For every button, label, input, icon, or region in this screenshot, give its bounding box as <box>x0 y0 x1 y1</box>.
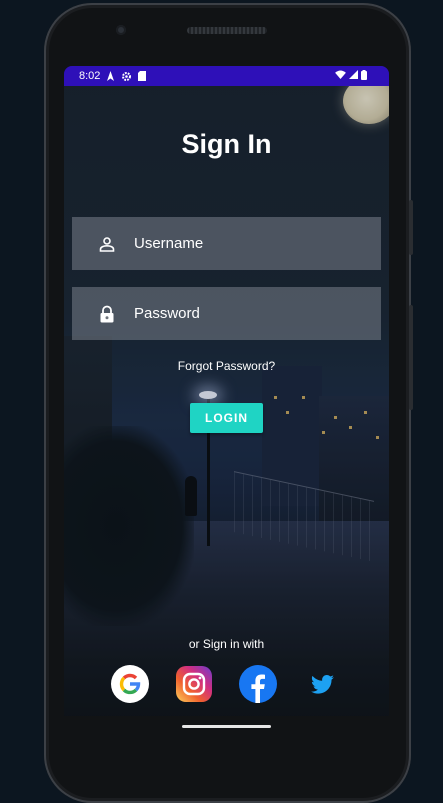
forgot-password-link[interactable]: Forgot Password? <box>64 359 389 373</box>
twitter-sign-in-button[interactable] <box>303 665 341 703</box>
navigation-icon <box>106 71 115 81</box>
settings-gear-icon <box>121 71 132 82</box>
home-indicator <box>182 725 271 728</box>
password-field[interactable] <box>72 287 381 340</box>
login-button[interactable]: LOGIN <box>190 403 263 433</box>
power-button <box>409 200 413 255</box>
google-icon <box>111 665 149 703</box>
username-field[interactable] <box>72 217 381 270</box>
instagram-icon <box>176 666 212 702</box>
app-screen: 8:02 Sign In Username Forgot Password? L… <box>64 66 389 716</box>
facebook-icon <box>239 665 277 703</box>
background-image <box>64 66 389 716</box>
google-sign-in-button[interactable] <box>111 665 149 703</box>
instagram-sign-in-button[interactable] <box>175 665 213 703</box>
earpiece-speaker <box>187 27 267 34</box>
status-time: 8:02 <box>79 70 101 82</box>
twitter-icon <box>311 675 334 694</box>
cell-signal-icon <box>349 70 358 82</box>
status-bar: 8:02 <box>64 66 389 86</box>
username-input[interactable] <box>132 234 366 253</box>
sd-card-icon <box>138 71 147 81</box>
facebook-sign-in-button[interactable] <box>239 665 277 703</box>
lock-icon <box>99 305 115 322</box>
volume-button <box>409 305 413 410</box>
front-camera <box>116 25 126 35</box>
person-icon <box>99 236 115 252</box>
wifi-icon <box>335 70 346 82</box>
battery-icon <box>361 69 367 83</box>
password-input[interactable] <box>132 304 366 323</box>
page-title: Sign In <box>181 129 272 159</box>
alt-sign-in-label: or Sign in with <box>188 637 265 651</box>
